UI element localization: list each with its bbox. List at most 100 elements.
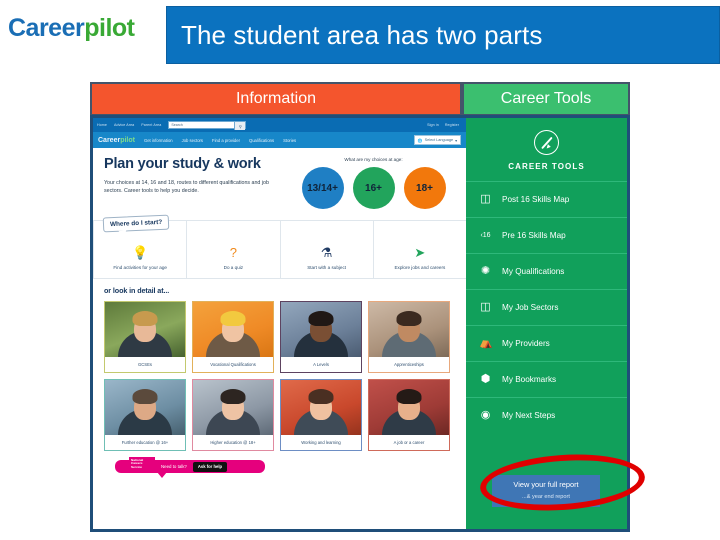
age-circle-16-label: 16+ xyxy=(365,182,382,194)
tab-information-label: Information xyxy=(235,90,317,107)
chevron-down-icon: ▾ xyxy=(455,138,457,143)
account-links: Sign in Register xyxy=(427,123,462,127)
card-a-levels-label: A Levels xyxy=(281,357,361,372)
translate-select[interactable]: 🌐 Select Language ▾ xyxy=(413,135,461,145)
career-tool-my-bookmarks[interactable]: ⬢ My Bookmarks xyxy=(466,361,627,397)
nav-stories[interactable]: Stories xyxy=(283,138,296,143)
site-logo[interactable]: Careerpilot xyxy=(98,137,135,144)
nc-prompt: Need to talk? xyxy=(161,464,187,469)
lightbulb-icon: 💡 xyxy=(132,245,149,260)
search-input[interactable]: Search ⚲ xyxy=(168,121,247,130)
career-tool-my-job-sectors[interactable]: ◫ My Job Sectors xyxy=(466,289,627,325)
bookmark-icon: ⬢ xyxy=(480,373,491,385)
age-circle-18[interactable]: 18+ xyxy=(403,167,446,209)
translate-label: Select Language xyxy=(424,138,454,142)
logo-career-text: Career xyxy=(8,14,85,42)
less-than-16-icon: ‹16 xyxy=(480,232,491,239)
detail-heading: or look in detail at... xyxy=(104,286,170,295)
card-apprenticeships-label: Apprenticeships xyxy=(369,357,449,372)
card-photo xyxy=(193,302,273,357)
career-tool-my-providers[interactable]: ⛺ My Providers xyxy=(466,325,627,361)
slide-title: The student area has two parts xyxy=(181,19,543,50)
career-tool-pre-16-skills-map-label: Pre 16 Skills Map xyxy=(502,231,566,240)
career-tool-pre-16-skills-map[interactable]: ‹16 Pre 16 Skills Map xyxy=(466,217,627,253)
search-icon[interactable]: ⚲ xyxy=(234,122,246,130)
view-full-report-button[interactable]: View your full report ...& year end repo… xyxy=(492,475,600,507)
card-higher-education-label: Higher education @ 18+ xyxy=(193,435,273,450)
card-working-and-learning[interactable]: Working and learning xyxy=(280,379,362,451)
briefcase-icon: ◫ xyxy=(480,301,491,313)
age-choices-block: What are my choices at age: 13/14+ 16+ 1… xyxy=(289,157,466,209)
slide-canvas: Careerpilot The student area has two par… xyxy=(0,0,720,540)
age-circle-18-label: 18+ xyxy=(416,182,433,194)
tile-explore-jobs[interactable]: ➤ Explore jobs and careers xyxy=(372,220,466,278)
career-tool-my-next-steps[interactable]: ◉ My Next Steps xyxy=(466,397,627,433)
paper-plane-icon: ➤ xyxy=(414,245,426,260)
nav-job-sectors[interactable]: Job sectors xyxy=(182,138,203,143)
tile-start-with-a-subject[interactable]: ⚗ Start with a subject xyxy=(279,220,373,278)
flask-icon: ⚗ xyxy=(320,245,333,260)
card-photo xyxy=(281,302,361,357)
nav-find-a-provider[interactable]: Find a provider xyxy=(212,138,240,143)
nav-qualifications[interactable]: Qualifications xyxy=(249,138,274,143)
age-circle-13-14-label: 13/14+ xyxy=(307,182,338,194)
career-tool-post-16-skills-map[interactable]: ◫ Post 16 Skills Map xyxy=(466,181,627,217)
tile-find-activities-label: Find activities for your age xyxy=(113,265,167,270)
hero-heading: Plan your study & work xyxy=(104,156,261,172)
nav-link-register[interactable]: Register xyxy=(445,123,459,127)
hero-section: Plan your study & work Your choices at 1… xyxy=(93,148,466,209)
tab-information[interactable]: Information xyxy=(90,82,462,116)
card-photo xyxy=(193,380,273,435)
detail-section: or look in detail at... GCSEs Vocational… xyxy=(93,278,466,451)
career-tool-my-qualifications[interactable]: ✺ My Qualifications xyxy=(466,253,627,289)
hero-body: Your choices at 14, 16 and 18, routes to… xyxy=(104,179,269,194)
utility-nav: Home Advice Area Parent Area Search ⚲ Si… xyxy=(93,118,466,132)
nav-link-advice-area[interactable]: Advice Area xyxy=(114,123,134,127)
view-full-report-subtitle: ...& year end report xyxy=(522,494,570,500)
age-circle-13-14[interactable]: 13/14+ xyxy=(301,167,344,209)
career-tools-header: CAREER TOOLS xyxy=(466,118,627,181)
ask-for-help-button[interactable]: Ask for help xyxy=(192,461,228,472)
nav-get-information[interactable]: Get information xyxy=(144,138,173,143)
age-circle-group: 13/14+ 16+ 18+ xyxy=(289,167,458,209)
card-a-levels[interactable]: A Levels xyxy=(280,301,362,373)
nav-link-parent-area[interactable]: Parent Area xyxy=(141,123,161,127)
card-gcses-label: GCSEs xyxy=(105,357,185,372)
start-tiles-strip: Where do I start? 💡 Find activities for … xyxy=(93,214,466,278)
website-screenshot: Home Advice Area Parent Area Search ⚲ Si… xyxy=(90,115,630,532)
card-apprenticeships[interactable]: Apprenticeships xyxy=(368,301,450,373)
career-tools-pane: CAREER TOOLS ◫ Post 16 Skills Map ‹16 Pr… xyxy=(466,118,627,529)
career-tool-my-providers-label: My Providers xyxy=(502,339,550,348)
card-further-education-label: Further education @ 16+ xyxy=(105,435,185,450)
careerpilot-logo: Careerpilot xyxy=(8,14,135,43)
question-mark-icon: ? xyxy=(229,245,237,260)
information-pane: Home Advice Area Parent Area Search ⚲ Si… xyxy=(93,118,466,529)
card-a-job-or-a-career-label: A job or a career xyxy=(369,435,449,450)
globe-icon: 🌐 xyxy=(417,138,423,143)
career-tools-title: CAREER TOOLS xyxy=(508,162,585,171)
map-icon: ◫ xyxy=(480,193,491,205)
site-logo-pilot: pilot xyxy=(120,136,135,144)
nav-link-home[interactable]: Home xyxy=(97,123,107,127)
card-row-2: Further education @ 16+ Higher education… xyxy=(104,379,457,451)
slide-title-bar: The student area has two parts xyxy=(166,6,720,64)
tile-do-a-quiz[interactable]: ? Do a quiz xyxy=(186,220,280,278)
tile-explore-jobs-label: Explore jobs and careers xyxy=(394,265,446,270)
card-photo xyxy=(369,380,449,435)
card-further-education[interactable]: Further education @ 16+ xyxy=(104,379,186,451)
card-photo xyxy=(281,380,361,435)
nav-link-sign-in[interactable]: Sign in xyxy=(427,123,439,127)
card-vocational-qualifications-label: Vocational Qualifications xyxy=(193,357,273,372)
view-full-report-title: View your full report xyxy=(513,480,579,489)
career-tool-my-bookmarks-label: My Bookmarks xyxy=(502,375,557,384)
card-vocational-qualifications[interactable]: Vocational Qualifications xyxy=(192,301,274,373)
card-photo xyxy=(369,302,449,357)
age-choices-question: What are my choices at age: xyxy=(344,157,403,162)
card-a-job-or-a-career[interactable]: A job or a career xyxy=(368,379,450,451)
card-gcses[interactable]: GCSEs xyxy=(104,301,186,373)
nc-logo-line3: Service xyxy=(131,465,143,470)
card-higher-education[interactable]: Higher education @ 18+ xyxy=(192,379,274,451)
tab-career-tools[interactable]: Career Tools xyxy=(462,82,630,116)
age-circle-16[interactable]: 16+ xyxy=(352,167,395,209)
bank-icon: ⛺ xyxy=(479,337,493,349)
